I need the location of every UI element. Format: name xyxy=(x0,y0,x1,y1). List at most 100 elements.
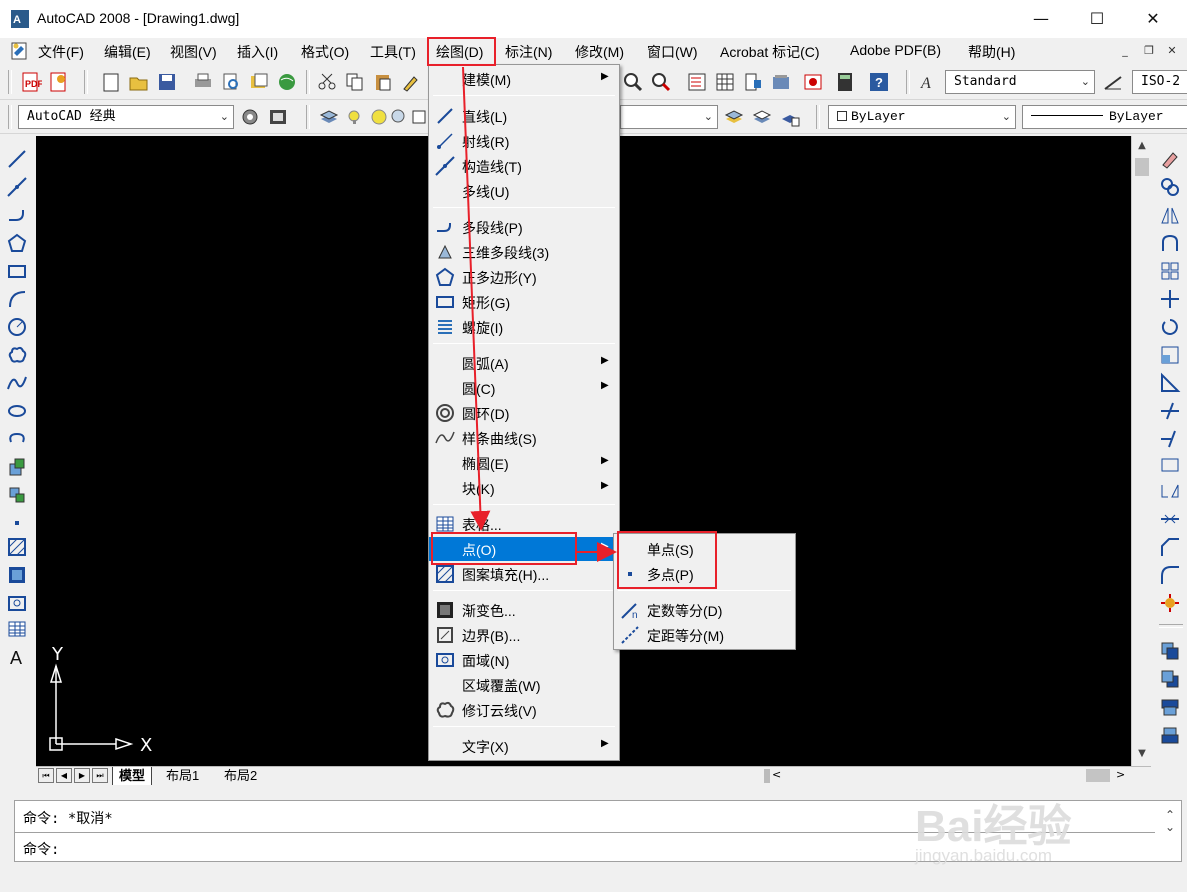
xline-icon[interactable] xyxy=(6,176,28,198)
menu-item-boundary[interactable]: 边界(B)... xyxy=(429,623,619,647)
menu-item-block[interactable]: 块(K) ▶ xyxy=(429,476,619,500)
scale-icon[interactable] xyxy=(1159,344,1181,366)
close-button[interactable]: ✕ xyxy=(1130,0,1176,38)
cut-icon[interactable] xyxy=(316,71,338,93)
circle-icon[interactable] xyxy=(6,316,28,338)
scroll-up-icon[interactable]: ▲ xyxy=(1132,140,1152,151)
3d-dwf-icon[interactable] xyxy=(276,71,298,93)
line-icon[interactable] xyxy=(6,148,28,170)
menu-edit[interactable]: 编辑(E) xyxy=(104,42,151,62)
calculator-icon[interactable] xyxy=(834,71,856,93)
menu-item-polyline[interactable]: 多段线(P) xyxy=(429,215,619,239)
toolbar-grip[interactable] xyxy=(816,105,820,129)
toolbar-grip[interactable] xyxy=(306,70,310,94)
hscroll-thumb[interactable] xyxy=(1086,769,1110,782)
extend-icon[interactable] xyxy=(1159,428,1181,450)
menu-dimension[interactable]: 标注(N) xyxy=(505,42,552,62)
menu-modify[interactable]: 修改(M) xyxy=(575,42,624,62)
point-icon[interactable] xyxy=(6,512,28,534)
menu-item-wipeout[interactable]: 区域覆盖(W) xyxy=(429,673,619,697)
menu-item-revcloud[interactable]: 修订云线(V) xyxy=(429,698,619,722)
menu-window[interactable]: 窗口(W) xyxy=(647,42,698,62)
layer-state-icons[interactable] xyxy=(346,106,368,128)
first-tab-icon[interactable]: ⏮ xyxy=(38,768,54,783)
arc-icon[interactable] xyxy=(6,288,28,310)
menu-adobe-pdf[interactable]: Adobe PDF(B) xyxy=(850,42,941,58)
text-style-combo[interactable]: Standard ⌄ xyxy=(945,70,1095,94)
draw-order-above-icon[interactable] xyxy=(1159,696,1181,718)
menu-help[interactable]: 帮助(H) xyxy=(968,42,1015,62)
open-icon[interactable] xyxy=(128,71,150,93)
menu-item-rectangle[interactable]: 矩形(G) xyxy=(429,290,619,314)
clean-screen-icon[interactable] xyxy=(267,106,289,128)
region-icon[interactable] xyxy=(6,592,28,614)
draw-order-under-icon[interactable] xyxy=(1159,724,1181,746)
print-icon[interactable] xyxy=(192,71,214,93)
array-icon[interactable] xyxy=(1159,260,1181,282)
move-icon[interactable] xyxy=(1159,288,1181,310)
rotate-icon[interactable] xyxy=(1159,316,1181,338)
draw-order-back-icon[interactable] xyxy=(1159,668,1181,690)
ellipse-arc-icon[interactable] xyxy=(6,428,28,450)
layer-color-icon[interactable] xyxy=(408,106,430,128)
polygon-icon[interactable] xyxy=(6,232,28,254)
command-prompt[interactable]: 命令: xyxy=(23,839,59,859)
linetype-combo[interactable]: ByLayer xyxy=(1022,105,1187,129)
scroll-down-icon[interactable]: ▼ xyxy=(1132,748,1152,759)
menu-item-spline[interactable]: 样条曲线(S) xyxy=(429,426,619,450)
menu-item-text[interactable]: 文字(X) ▶ xyxy=(429,734,619,758)
spline-icon[interactable] xyxy=(6,372,28,394)
tab-layout2[interactable]: 布局2 xyxy=(218,767,263,785)
minimize-button[interactable]: — xyxy=(1018,0,1064,38)
scroll-right-icon[interactable]: > xyxy=(1116,768,1125,781)
stretch-icon[interactable] xyxy=(1159,372,1181,394)
workspace-combo[interactable]: AutoCAD 经典 ⌄ xyxy=(18,105,234,129)
menu-tools[interactable]: 工具(T) xyxy=(370,42,416,62)
menu-item-modeling[interactable]: 建模(M) ▶ xyxy=(429,67,619,91)
plot-preview-icon[interactable] xyxy=(220,71,242,93)
publish-icon[interactable] xyxy=(248,71,270,93)
make-layer-current-icon[interactable] xyxy=(723,106,745,128)
tool-palettes-icon[interactable] xyxy=(742,71,764,93)
pdf-settings-icon[interactable] xyxy=(48,71,70,93)
copy-object-icon[interactable] xyxy=(1159,176,1181,198)
toolbar-grip[interactable] xyxy=(8,70,12,94)
toolbar-grip[interactable] xyxy=(906,70,910,94)
tab-model[interactable]: 模型 xyxy=(112,767,153,785)
toolbar-grip[interactable] xyxy=(1159,624,1183,628)
menu-item-gradient[interactable]: 渐变色... xyxy=(429,598,619,622)
scrollbar-thumb[interactable] xyxy=(1135,158,1149,176)
help-icon[interactable]: ? xyxy=(868,71,890,93)
draw-order-front-icon[interactable] xyxy=(1159,640,1181,662)
menu-item-3dpoly[interactable]: 三维多段线(3) xyxy=(429,240,619,264)
menu-item-ellipse[interactable]: 椭圆(E) ▶ xyxy=(429,451,619,475)
mdi-restore-button[interactable]: ❐ xyxy=(1140,42,1158,60)
menu-item-mline[interactable]: 多线(U) xyxy=(429,179,619,203)
menu-item-arc[interactable]: 圆弧(A) ▶ xyxy=(429,351,619,375)
break-at-point-icon[interactable] xyxy=(1159,454,1181,476)
toolbar-grip[interactable] xyxy=(8,105,12,129)
paste-icon[interactable] xyxy=(372,71,394,93)
erase-icon[interactable] xyxy=(1159,148,1181,170)
color-combo[interactable]: ByLayer ⌄ xyxy=(828,105,1016,129)
layer-lock-icon[interactable] xyxy=(388,106,410,128)
hscroll-split[interactable] xyxy=(764,769,770,783)
pdf-icon[interactable]: PDF xyxy=(20,71,42,93)
mdi-minimize-button[interactable]: _ xyxy=(1116,42,1134,60)
menu-item-ray[interactable]: 射线(R) xyxy=(429,129,619,153)
offset-icon[interactable] xyxy=(1159,232,1181,254)
menu-item-xline[interactable]: 构造线(T) xyxy=(429,154,619,178)
menu-item-hatch[interactable]: 图案填充(H)... xyxy=(429,562,619,586)
text-style-icon[interactable]: A xyxy=(918,71,940,93)
next-tab-icon[interactable]: ▶ xyxy=(74,768,90,783)
menu-acrobat[interactable]: Acrobat 标记(C) xyxy=(720,42,820,62)
toolbar-grip[interactable] xyxy=(306,105,310,129)
maximize-button[interactable]: ☐ xyxy=(1074,0,1120,38)
multiline-text-icon[interactable]: A xyxy=(6,646,28,668)
menu-item-divide[interactable]: n 定数等分(D) xyxy=(614,598,795,622)
toolbar-grip[interactable] xyxy=(84,70,88,94)
make-block-icon[interactable] xyxy=(6,484,28,506)
gradient-icon[interactable] xyxy=(6,564,28,586)
design-center-icon[interactable] xyxy=(714,71,736,93)
menu-format[interactable]: 格式(O) xyxy=(301,42,349,62)
